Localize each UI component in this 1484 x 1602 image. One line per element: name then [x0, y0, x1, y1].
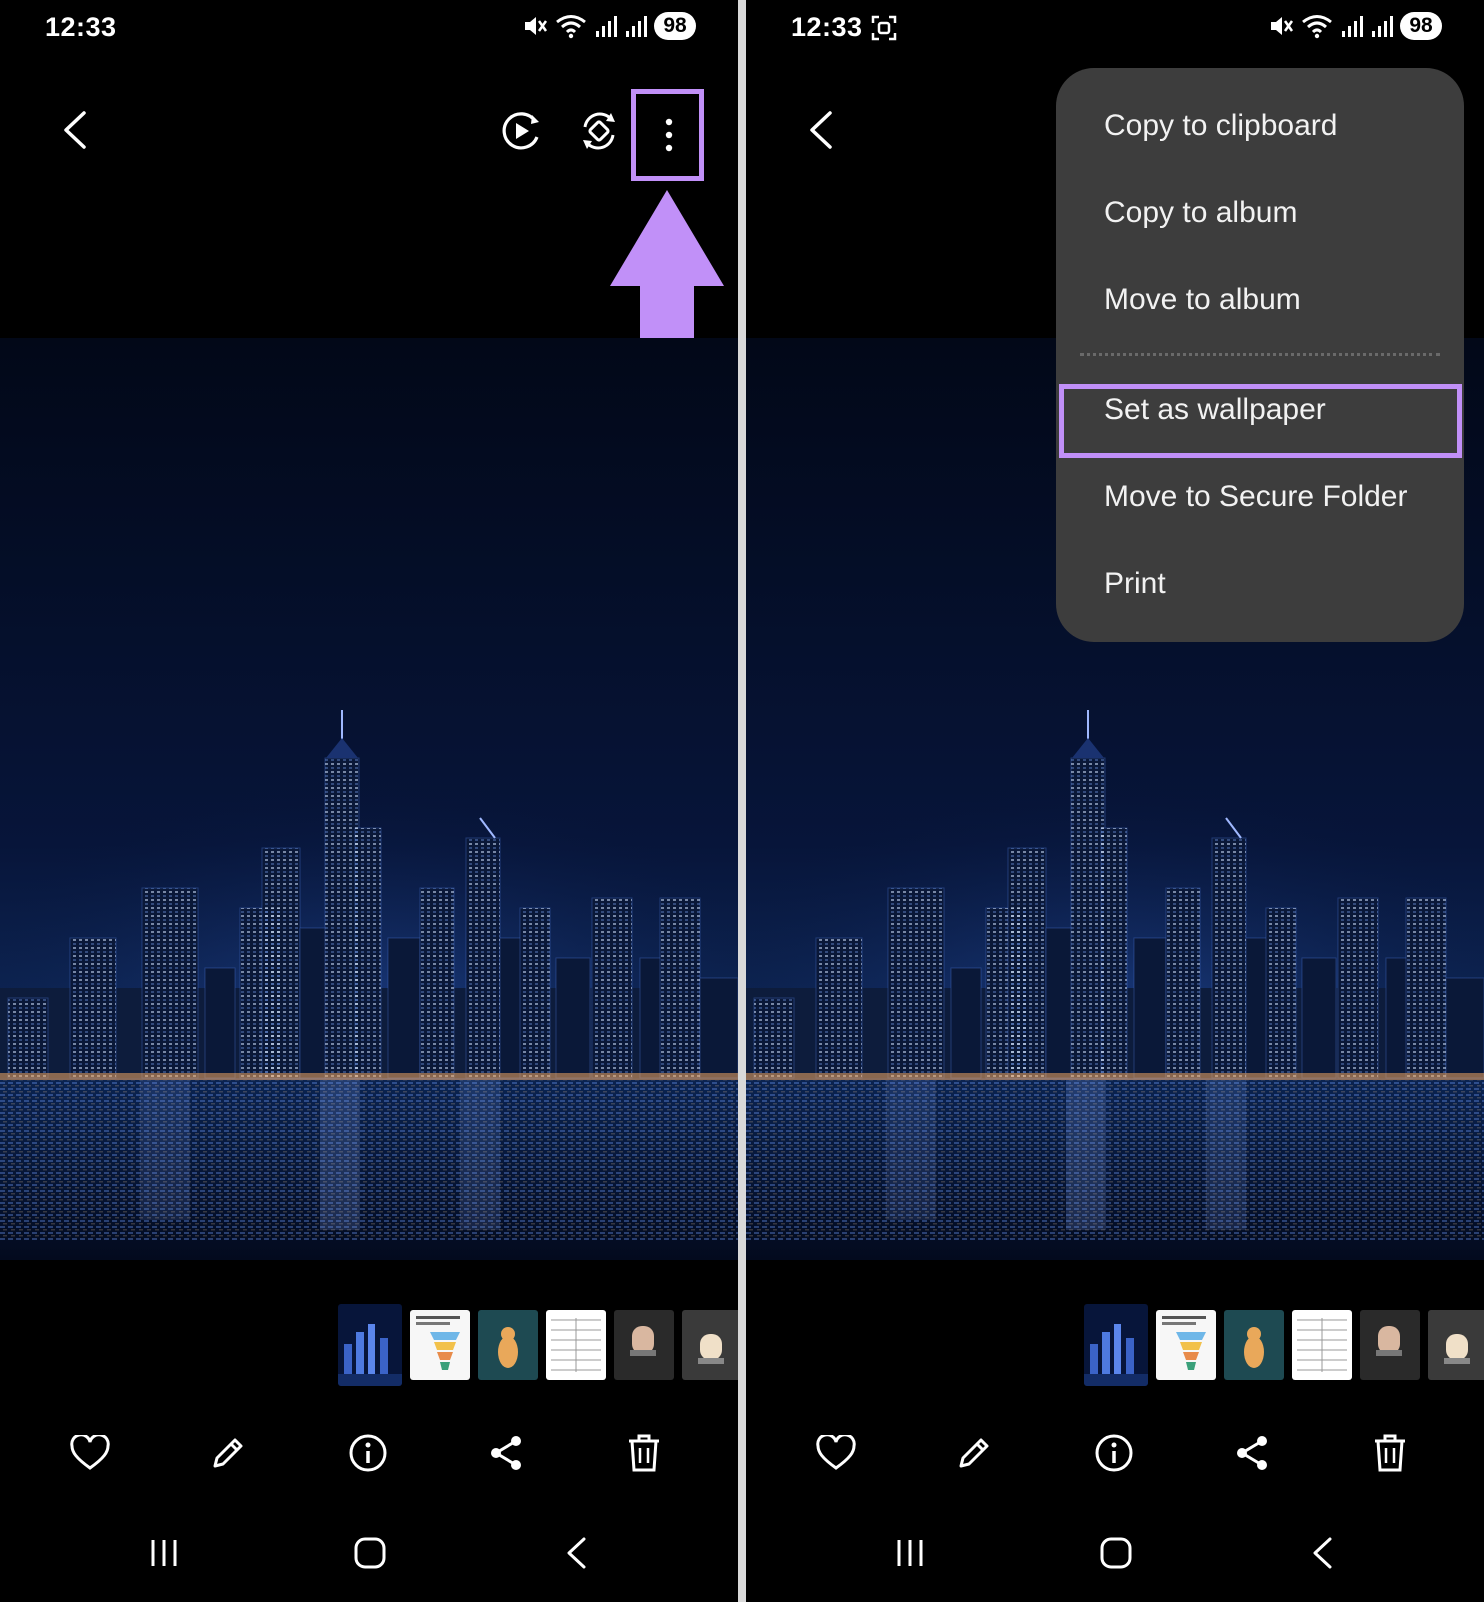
signal-icon	[596, 16, 617, 37]
wifi-icon	[556, 15, 586, 39]
signal-icon-2	[626, 16, 647, 37]
thumbnail-current[interactable]	[1084, 1304, 1148, 1386]
thumbnail-window-1[interactable]	[614, 1310, 674, 1380]
navigation-bar	[746, 1525, 1484, 1581]
phone-screen-right: 12:33 98 Copy to clipboard Copy to album…	[746, 0, 1484, 1602]
info-icon	[1095, 1434, 1133, 1472]
mute-icon	[1271, 17, 1294, 35]
thumbnail-document[interactable]	[1292, 1310, 1352, 1380]
thumbnail-teal-poster[interactable]	[478, 1310, 538, 1380]
mute-icon	[525, 17, 548, 35]
recent-apps-button[interactable]	[882, 1525, 938, 1581]
motion-photo-icon	[502, 112, 539, 150]
more-options-button[interactable]	[634, 92, 704, 178]
trash-icon	[1375, 1434, 1405, 1472]
phone-screen-left: 12:33 98	[0, 0, 738, 1602]
menu-item-copy-to-album[interactable]: Copy to album	[1056, 169, 1464, 256]
delete-button[interactable]	[1362, 1425, 1418, 1481]
menu-item-copy-to-clipboard[interactable]: Copy to clipboard	[1056, 82, 1464, 169]
status-icons: 98	[522, 12, 696, 40]
home-icon	[1100, 1537, 1132, 1569]
home-button[interactable]	[342, 1525, 398, 1581]
thumbnail-strip	[338, 1304, 738, 1386]
details-button[interactable]	[1086, 1425, 1142, 1481]
back-icon	[64, 111, 86, 149]
back-nav-button[interactable]	[1294, 1525, 1350, 1581]
motion-photo-button[interactable]	[496, 106, 546, 156]
delete-button[interactable]	[616, 1425, 672, 1481]
more-options-menu: Copy to clipboard Copy to album Move to …	[1056, 68, 1464, 642]
menu-item-set-as-wallpaper[interactable]: Set as wallpaper	[1056, 366, 1464, 453]
more-options-icon	[665, 118, 673, 152]
home-button[interactable]	[1088, 1525, 1144, 1581]
bottom-action-bar	[0, 1425, 738, 1481]
edit-button[interactable]	[200, 1425, 256, 1481]
bottom-action-bar	[746, 1425, 1484, 1481]
status-time: 12:33	[45, 12, 117, 42]
share-icon	[1237, 1436, 1267, 1470]
share-button[interactable]	[478, 1425, 534, 1481]
recent-apps-icon	[897, 1540, 923, 1566]
thumbnail-infographic[interactable]	[410, 1310, 470, 1380]
signal-icon	[1342, 16, 1363, 37]
back-nav-icon	[1313, 1537, 1332, 1569]
heart-icon	[816, 1435, 856, 1470]
thumbnail-window-2[interactable]	[682, 1310, 738, 1380]
thumbnail-strip	[1084, 1304, 1484, 1386]
navigation-bar	[0, 1525, 738, 1581]
trash-icon	[629, 1434, 659, 1472]
back-nav-button[interactable]	[548, 1525, 604, 1581]
favorite-button[interactable]	[808, 1425, 864, 1481]
edit-icon	[959, 1438, 989, 1468]
thumbnail-infographic[interactable]	[1156, 1310, 1216, 1380]
photo-city-skyline[interactable]	[0, 338, 738, 1260]
thumbnail-window-1[interactable]	[1360, 1310, 1420, 1380]
back-button[interactable]	[798, 104, 844, 156]
menu-divider	[1080, 353, 1440, 356]
info-icon	[349, 1434, 387, 1472]
share-icon	[491, 1436, 521, 1470]
heart-icon	[70, 1435, 110, 1470]
auto-rotate-icon	[583, 112, 615, 150]
status-bar: 12:33 98	[0, 0, 738, 58]
wifi-icon	[1302, 15, 1332, 39]
recent-apps-button[interactable]	[136, 1525, 192, 1581]
status-time: 12:33	[791, 12, 863, 42]
edit-button[interactable]	[946, 1425, 1002, 1481]
recent-apps-icon	[151, 1540, 177, 1566]
status-bar: 12:33 98	[746, 0, 1484, 58]
screen-record-icon	[871, 15, 897, 41]
menu-item-print[interactable]: Print	[1056, 540, 1464, 627]
battery-level: 98	[654, 12, 696, 40]
edit-icon	[213, 1438, 243, 1468]
back-nav-icon	[567, 1537, 586, 1569]
menu-item-move-to-album[interactable]: Move to album	[1056, 256, 1464, 343]
auto-rotate-button[interactable]	[574, 106, 624, 156]
signal-icon-2	[1372, 16, 1393, 37]
status-icons: 98	[1268, 12, 1442, 40]
thumbnail-window-2[interactable]	[1428, 1310, 1484, 1380]
home-icon	[354, 1537, 386, 1569]
battery-level: 98	[1400, 12, 1442, 40]
details-button[interactable]	[340, 1425, 396, 1481]
thumbnail-current[interactable]	[338, 1304, 402, 1386]
back-button[interactable]	[52, 104, 98, 156]
menu-item-move-to-secure-folder[interactable]: Move to Secure Folder	[1056, 453, 1464, 540]
thumbnail-document[interactable]	[546, 1310, 606, 1380]
share-button[interactable]	[1224, 1425, 1280, 1481]
back-icon	[810, 111, 832, 149]
thumbnail-teal-poster[interactable]	[1224, 1310, 1284, 1380]
favorite-button[interactable]	[62, 1425, 118, 1481]
